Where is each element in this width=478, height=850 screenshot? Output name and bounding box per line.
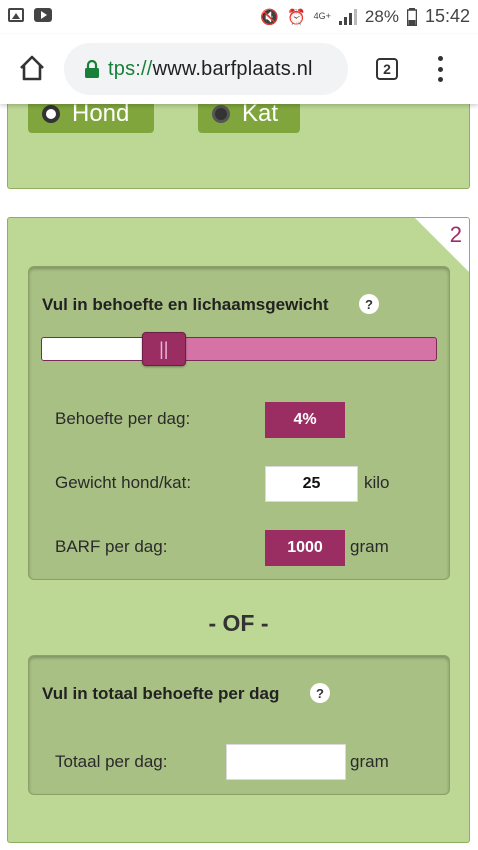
gallery-notification-icon bbox=[8, 8, 24, 22]
need-per-day-value: 4% bbox=[265, 402, 345, 438]
home-icon[interactable] bbox=[18, 54, 46, 82]
animal-option-label: Hond bbox=[72, 100, 130, 127]
need-weight-section: Vul in behoefte en lichaamsgewicht ? || … bbox=[28, 266, 450, 580]
radio-selected-icon[interactable] bbox=[42, 105, 60, 123]
youtube-notification-icon bbox=[34, 8, 52, 22]
browser-toolbar: tps://www.barfplaats.nl 2 bbox=[0, 34, 478, 104]
alarm-icon: ⏰ bbox=[286, 8, 306, 26]
total-per-day-label: Totaal per dag: bbox=[55, 752, 168, 771]
barf-unit: gram bbox=[350, 537, 389, 556]
lock-icon bbox=[85, 59, 99, 78]
section-title: Vul in totaal behoefte per dag bbox=[42, 684, 280, 703]
weight-label: Gewicht hond/kat: bbox=[55, 473, 192, 492]
animal-select-panel: Hond Kat bbox=[7, 94, 470, 189]
section-title: Vul in behoefte en lichaamsgewicht bbox=[42, 295, 329, 314]
battery-level: 28% bbox=[364, 6, 399, 26]
url-text: tps://www.barfplaats.nl bbox=[108, 57, 313, 80]
page-content: Hond Kat 2 Vul in behoefte en lichaamsge… bbox=[0, 94, 478, 850]
status-bar: 🔇 ⏰ 4G+ 28% 15:42 bbox=[0, 0, 478, 34]
overflow-menu-icon[interactable] bbox=[430, 56, 450, 82]
need-slider-handle[interactable]: || bbox=[141, 332, 186, 366]
step-number: 2 bbox=[449, 222, 462, 247]
barf-per-day-label: BARF per dag: bbox=[55, 537, 168, 556]
barf-per-day-value: 1000 bbox=[265, 530, 345, 566]
animal-option-label: Kat bbox=[242, 100, 279, 127]
battery-icon bbox=[406, 7, 417, 26]
signal-icon bbox=[338, 8, 357, 25]
step-panel: 2 Vul in behoefte en lichaamsgewicht ? |… bbox=[7, 217, 470, 843]
mute-icon: 🔇 bbox=[260, 8, 279, 26]
weight-unit: kilo bbox=[364, 473, 390, 492]
network-type: 4G+ bbox=[313, 11, 331, 21]
need-per-day-label: Behoefte per dag: bbox=[55, 409, 191, 428]
total-unit: gram bbox=[350, 752, 389, 771]
radio-unselected-icon[interactable] bbox=[212, 105, 230, 123]
total-need-section: Vul in totaal behoefte per dag ? Totaal … bbox=[28, 655, 450, 795]
help-icon[interactable]: ? bbox=[359, 294, 379, 314]
address-bar[interactable]: tps://www.barfplaats.nl bbox=[64, 43, 348, 95]
tab-switcher-button[interactable]: 2 bbox=[376, 58, 398, 80]
or-separator: - OF - bbox=[208, 610, 269, 636]
need-slider-track[interactable] bbox=[41, 337, 437, 361]
weight-input[interactable]: 25 bbox=[265, 466, 358, 502]
total-per-day-input[interactable] bbox=[226, 744, 346, 780]
help-icon[interactable]: ? bbox=[310, 683, 330, 703]
clock: 15:42 bbox=[424, 6, 470, 26]
